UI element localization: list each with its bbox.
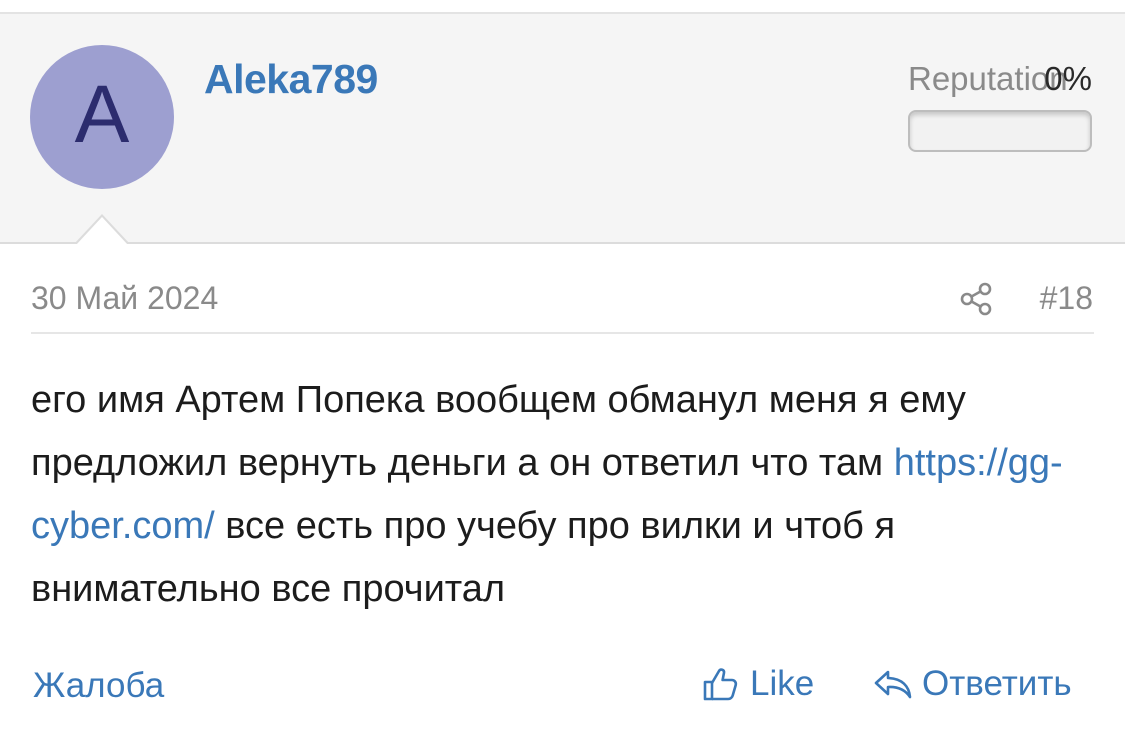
like-label: Like [750,664,815,703]
reply-label: Ответить [922,664,1072,703]
share-icon[interactable] [958,281,994,317]
forum-post: A Aleka789 Reputation 0% 30 Май 2024 #18… [0,0,1125,754]
report-button[interactable]: Жалоба [33,666,164,706]
avatar-letter: A [74,69,130,160]
avatar[interactable]: A [30,45,174,189]
post-author-header: A Aleka789 Reputation 0% [0,14,1125,244]
reputation-value: 0% [1044,60,1092,97]
post-message: его имя Артем Попека вообщем обманул мен… [31,369,1095,621]
reply-arrow-icon [872,664,914,704]
like-button[interactable]: Like [700,664,814,704]
message-text-before: его имя Артем Попека вообщем обманул мен… [31,379,966,484]
post-divider [31,332,1094,334]
thumbs-up-icon [700,664,740,704]
reputation-bar [908,110,1092,152]
post-date[interactable]: 30 Май 2024 [31,280,218,317]
username-link[interactable]: Aleka789 [204,56,378,103]
post-number-link[interactable]: #18 [1040,280,1093,317]
reply-button[interactable]: Ответить [872,664,1072,704]
top-separator [0,0,1125,14]
